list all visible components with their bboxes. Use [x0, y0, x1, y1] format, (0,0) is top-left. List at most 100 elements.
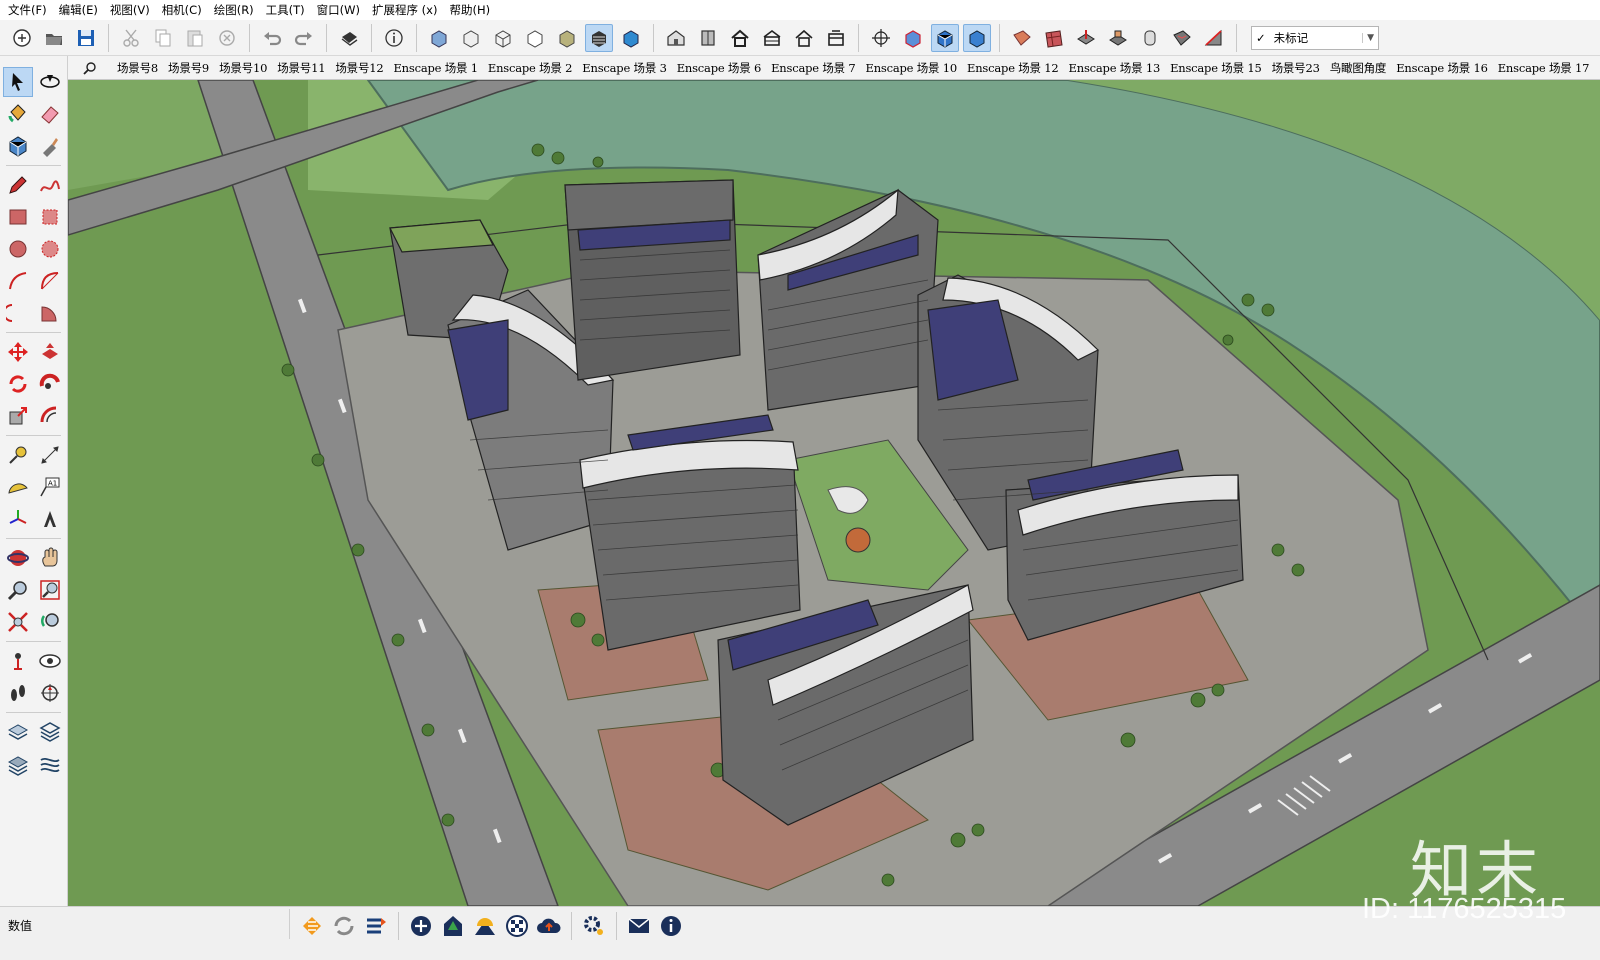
hidden-line-icon[interactable] [521, 24, 549, 52]
xray-icon[interactable] [425, 24, 453, 52]
scene-tab[interactable]: 场景号9 [163, 56, 214, 80]
rotated-rect-icon[interactable] [35, 202, 65, 232]
checker-icon[interactable] [501, 910, 533, 942]
scene-tab[interactable]: Enscape 场景 2 [483, 56, 577, 80]
zoom-window-icon[interactable] [35, 575, 65, 605]
search-icon[interactable] [68, 61, 112, 75]
orbit-icon[interactable] [35, 67, 65, 97]
model-viewport[interactable]: 知末 [68, 80, 1600, 906]
undo-icon[interactable] [258, 24, 286, 52]
cut-icon[interactable] [117, 24, 145, 52]
axes-tool-icon[interactable] [3, 504, 33, 534]
pan-icon[interactable] [35, 543, 65, 573]
follow-me-icon[interactable] [35, 369, 65, 399]
scene-tab[interactable]: Enscape 场景 7 [766, 56, 860, 80]
circle-icon[interactable] [3, 234, 33, 264]
scene-tab[interactable]: Enscape 场景 12 [962, 56, 1064, 80]
export-icon[interactable] [360, 910, 392, 942]
orbit-tool-icon[interactable] [3, 543, 33, 573]
enscape-logo-icon[interactable] [296, 910, 328, 942]
right-view-icon[interactable] [758, 24, 786, 52]
left-view-icon[interactable] [822, 24, 850, 52]
scene-tab[interactable]: 场景号23 [1267, 56, 1325, 80]
zoom-icon[interactable] [3, 575, 33, 605]
menu-window[interactable]: 窗口(W) [311, 0, 366, 20]
arc-icon[interactable] [3, 266, 33, 296]
scene-tab[interactable]: Enscape 场景 15 [1165, 56, 1267, 80]
add-location-icon[interactable] [405, 910, 437, 942]
section-plane-icon[interactable] [899, 24, 927, 52]
tape-measure-icon[interactable] [3, 440, 33, 470]
shaded-textures-icon[interactable] [585, 23, 613, 52]
scene-tab[interactable]: Enscape 场景 16 [1391, 56, 1493, 80]
scene-tab[interactable]: 鸟瞰图角度 [1325, 56, 1392, 80]
component-icon[interactable] [3, 131, 33, 161]
scene-tab[interactable]: 场景号11 [272, 56, 330, 80]
iso-view-icon[interactable] [662, 24, 690, 52]
print-icon[interactable] [335, 24, 363, 52]
move-icon[interactable] [3, 337, 33, 367]
copy-icon[interactable] [149, 24, 177, 52]
monochrome-icon[interactable] [617, 24, 645, 52]
push-pull-icon[interactable] [35, 337, 65, 367]
smoove-icon[interactable] [1072, 24, 1100, 52]
scene-tab[interactable]: Enscape 场景 3 [577, 56, 671, 80]
info-icon[interactable] [655, 910, 687, 942]
tag-dropdown[interactable]: ✓ 未标记 ▼ [1251, 25, 1379, 50]
cloud-upload-icon[interactable] [533, 910, 565, 942]
freehand-icon[interactable] [35, 170, 65, 200]
stamp-icon[interactable] [1104, 24, 1132, 52]
rectangle-icon[interactable] [3, 202, 33, 232]
sandbox-drape-icon[interactable] [35, 749, 65, 779]
menu-file[interactable]: 文件(F) [2, 0, 53, 20]
shaded-icon[interactable] [553, 24, 581, 52]
protractor-icon[interactable] [3, 472, 33, 502]
look-around-icon[interactable] [35, 646, 65, 676]
3d-text-icon[interactable] [35, 504, 65, 534]
tree-icon[interactable] [437, 910, 469, 942]
offset-icon[interactable] [35, 401, 65, 431]
scene-tab[interactable]: Enscape 场景 10 [861, 56, 963, 80]
scene-tab[interactable]: 场景号10 [214, 56, 272, 80]
arc-2pt-icon[interactable] [35, 266, 65, 296]
sun-icon[interactable] [469, 910, 501, 942]
model-info-icon[interactable] [380, 24, 408, 52]
measurements-box[interactable]: 数值 [0, 909, 290, 939]
position-camera-icon[interactable] [3, 646, 33, 676]
settings-icon[interactable] [578, 910, 610, 942]
scale-icon[interactable] [3, 401, 33, 431]
drape-icon[interactable] [1136, 24, 1164, 52]
menu-view[interactable]: 视图(V) [104, 0, 156, 20]
scene-tab[interactable]: Enscape 场景 17 [1493, 56, 1595, 80]
zoom-extents-icon[interactable] [3, 607, 33, 637]
save-icon[interactable] [72, 24, 100, 52]
front-view-icon[interactable] [726, 24, 754, 52]
menu-camera[interactable]: 相机(C) [156, 0, 208, 20]
section-cuts-icon[interactable] [963, 23, 991, 52]
paint-bucket-icon[interactable] [3, 99, 33, 129]
scene-tab[interactable]: Enscape 场景 1 [388, 56, 482, 80]
select-icon[interactable] [3, 67, 33, 97]
top-view-icon[interactable] [694, 24, 722, 52]
scene-tab[interactable]: Enscape 场景 6 [672, 56, 766, 80]
wireframe-icon[interactable] [489, 24, 517, 52]
scene-tab[interactable]: 场景号12 [330, 56, 388, 80]
menu-edit[interactable]: 编辑(E) [53, 0, 104, 20]
previous-view-icon[interactable] [35, 607, 65, 637]
new-icon[interactable] [8, 24, 36, 52]
sandbox-icon[interactable] [1008, 24, 1036, 52]
redo-icon[interactable] [290, 24, 318, 52]
paste-icon[interactable] [181, 24, 209, 52]
scene-tab[interactable]: Enscape 场景 13 [1064, 56, 1166, 80]
back-edges-icon[interactable] [457, 24, 485, 52]
pencil-icon[interactable] [3, 170, 33, 200]
dimension-icon[interactable] [35, 440, 65, 470]
open-icon[interactable] [40, 24, 68, 52]
text-icon[interactable]: A1 [35, 472, 65, 502]
erase-icon[interactable] [213, 24, 241, 52]
sandbox-contours-icon[interactable] [3, 717, 33, 747]
sandbox-stamp-icon[interactable] [3, 749, 33, 779]
arc-3pt-icon[interactable] [3, 298, 33, 328]
back-view-icon[interactable] [790, 24, 818, 52]
axes-icon[interactable] [867, 24, 895, 52]
